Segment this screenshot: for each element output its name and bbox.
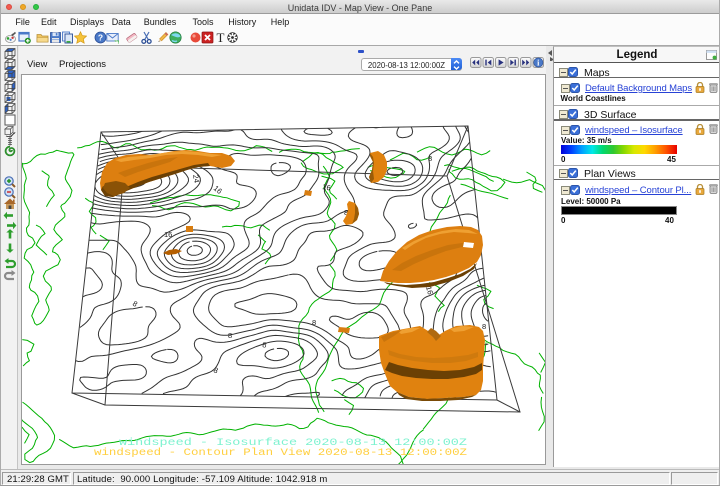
svg-text:8: 8 (212, 365, 219, 375)
svg-text:8: 8 (228, 331, 232, 340)
svg-text:T: T (216, 31, 224, 44)
svg-text:windspeed - Contour Plan View: windspeed - Contour Plan View 2020-08-13… (94, 447, 467, 459)
svg-text:8: 8 (312, 318, 316, 327)
svg-text:16: 16 (322, 182, 332, 192)
svg-text:8: 8 (262, 340, 268, 350)
svg-text:?: ? (97, 33, 102, 43)
svg-text:24: 24 (191, 174, 201, 184)
svg-text:16: 16 (164, 230, 172, 239)
svg-text:8: 8 (482, 322, 486, 331)
svg-text:16: 16 (212, 184, 224, 196)
svg-text:8: 8 (428, 154, 432, 163)
